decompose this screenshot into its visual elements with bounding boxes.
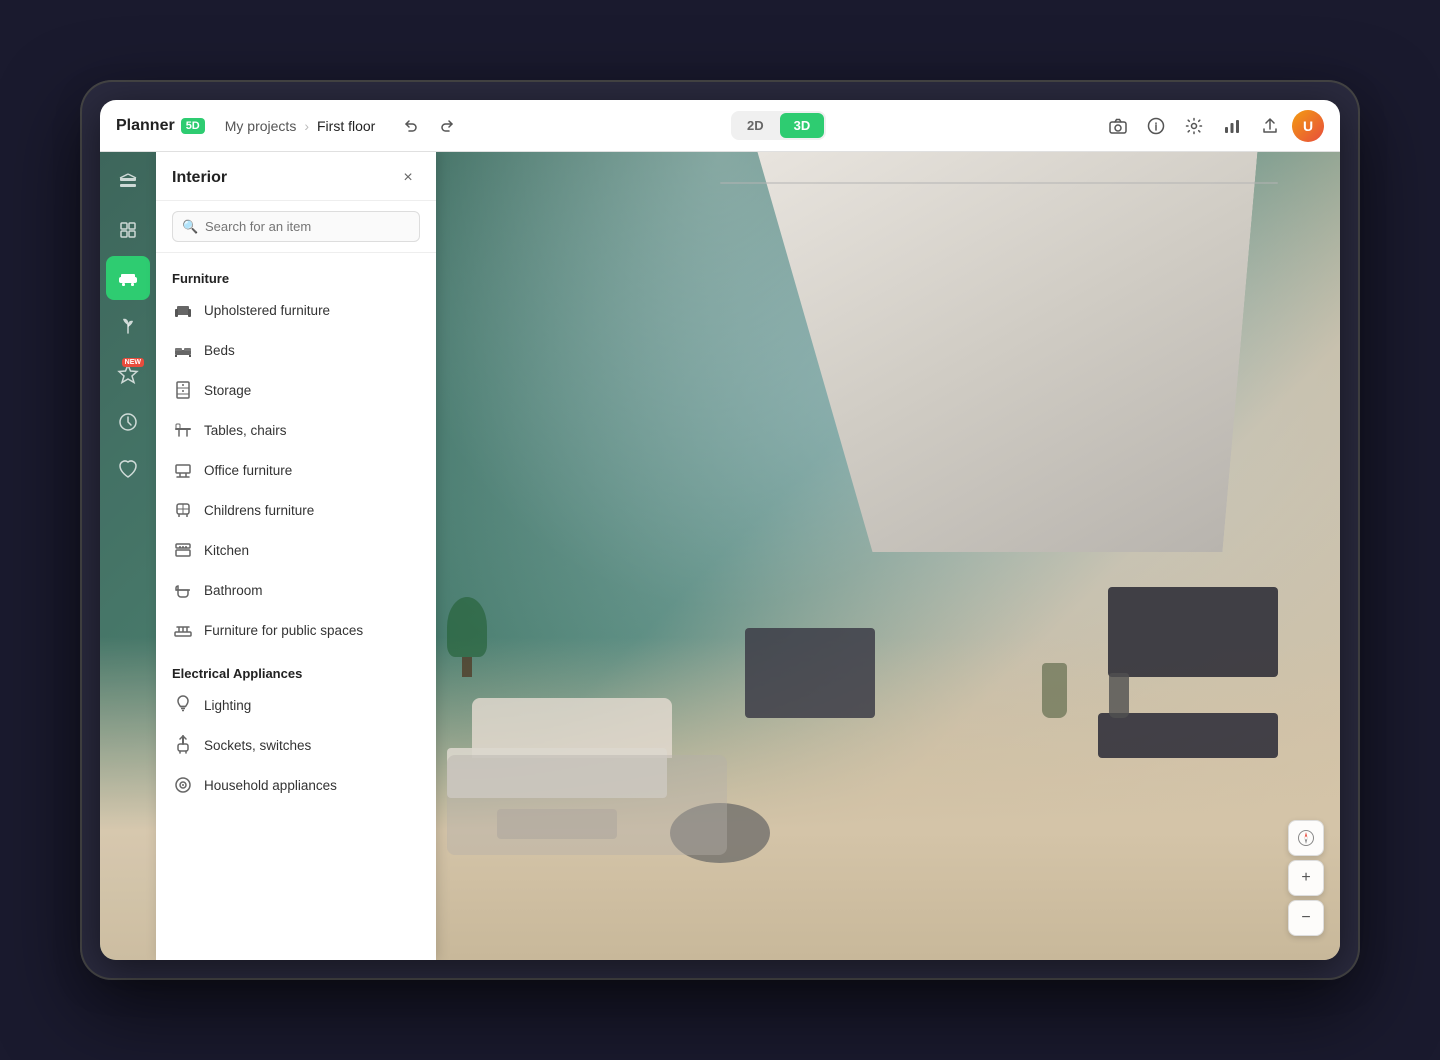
bathroom-icon bbox=[172, 579, 194, 601]
electrical-category-header: Electrical Appliances bbox=[156, 658, 436, 685]
interior-panel: Interior × 🔍 Furniture bbox=[156, 152, 436, 960]
panel-header: Interior × bbox=[156, 152, 436, 201]
public-spaces-item[interactable]: Furniture for public spaces bbox=[156, 610, 436, 650]
childrens-furniture-icon bbox=[172, 499, 194, 521]
tv-stand bbox=[1098, 713, 1278, 758]
view-2d-button[interactable]: 2D bbox=[733, 113, 778, 138]
office-furniture-item[interactable]: Office furniture bbox=[156, 450, 436, 490]
vase-1 bbox=[1042, 663, 1067, 718]
my-projects-link[interactable]: My projects bbox=[225, 118, 297, 134]
panel-close-button[interactable]: × bbox=[396, 166, 420, 190]
logo-badge: 5D bbox=[181, 118, 205, 134]
bathroom-label: Bathroom bbox=[204, 583, 263, 598]
sockets-label: Sockets, switches bbox=[204, 738, 311, 753]
avatar[interactable]: U bbox=[1292, 110, 1324, 142]
share-button[interactable] bbox=[1254, 110, 1286, 142]
undo-button[interactable] bbox=[395, 110, 427, 142]
lighting-icon bbox=[172, 694, 194, 716]
settings-button[interactable] bbox=[1178, 110, 1210, 142]
storage-item[interactable]: Storage bbox=[156, 370, 436, 410]
sidebar-clock-btn[interactable] bbox=[106, 400, 150, 444]
lighting-label: Lighting bbox=[204, 698, 251, 713]
childrens-furniture-item[interactable]: Childrens furniture bbox=[156, 490, 436, 530]
household-appliances-icon bbox=[172, 774, 194, 796]
upholstered-icon bbox=[172, 299, 194, 321]
logo-text: Planner bbox=[116, 117, 175, 135]
lighting-item[interactable]: Lighting bbox=[156, 685, 436, 725]
sidebar-favorites-btn[interactable] bbox=[106, 448, 150, 492]
upholstered-furniture-label: Upholstered furniture bbox=[204, 303, 330, 318]
sidebar-furniture-btn[interactable] bbox=[106, 256, 150, 300]
new-badge: NEW bbox=[122, 358, 144, 367]
household-appliances-label: Household appliances bbox=[204, 778, 337, 793]
search-icon: 🔍 bbox=[182, 219, 198, 235]
furniture-category-header: Furniture bbox=[156, 263, 436, 290]
zoom-out-button[interactable]: − bbox=[1288, 900, 1324, 936]
panel-content: Furniture Upholstered furniture bbox=[156, 253, 436, 960]
public-spaces-icon bbox=[172, 619, 194, 641]
sockets-item[interactable]: Sockets, switches bbox=[156, 725, 436, 765]
bathroom-item[interactable]: Bathroom bbox=[156, 570, 436, 610]
kitchen-icon bbox=[172, 539, 194, 561]
topbar: Planner 5D My projects › First floor bbox=[100, 100, 1340, 152]
beds-item[interactable]: Beds bbox=[156, 330, 436, 370]
app-window: Planner 5D My projects › First floor bbox=[100, 100, 1340, 960]
track-rail bbox=[720, 182, 1278, 184]
kitchen-label: Kitchen bbox=[204, 543, 249, 558]
rug bbox=[447, 755, 727, 855]
logo-area: Planner 5D bbox=[116, 117, 205, 135]
current-project-label: First floor bbox=[317, 118, 375, 134]
undo-redo-toolbar bbox=[395, 110, 463, 142]
redo-button[interactable] bbox=[431, 110, 463, 142]
sideboard bbox=[745, 628, 875, 718]
public-spaces-label: Furniture for public spaces bbox=[204, 623, 363, 638]
sidebar-structure-btn[interactable] bbox=[106, 208, 150, 252]
search-input[interactable] bbox=[172, 211, 420, 242]
main-content: NEW Interior × bbox=[100, 152, 1340, 960]
household-appliances-item[interactable]: Household appliances bbox=[156, 765, 436, 805]
beds-label: Beds bbox=[204, 343, 235, 358]
view-toggle: 2D 3D bbox=[731, 111, 826, 140]
childrens-furniture-label: Childrens furniture bbox=[204, 503, 314, 518]
storage-icon bbox=[172, 379, 194, 401]
kitchen-item[interactable]: Kitchen bbox=[156, 530, 436, 570]
view-3d-button[interactable]: 3D bbox=[780, 113, 825, 138]
sockets-icon bbox=[172, 734, 194, 756]
tv-screen bbox=[1108, 587, 1278, 677]
info-button[interactable] bbox=[1140, 110, 1172, 142]
office-furniture-icon bbox=[172, 459, 194, 481]
breadcrumb-separator: › bbox=[304, 118, 309, 134]
camera-button[interactable] bbox=[1102, 110, 1134, 142]
storage-label: Storage bbox=[204, 383, 251, 398]
breadcrumb: My projects › First floor bbox=[225, 118, 376, 134]
tables-chairs-icon bbox=[172, 419, 194, 441]
map-controls: + − bbox=[1288, 820, 1324, 936]
right-toolbar: U bbox=[1102, 110, 1324, 142]
upholstered-furniture-item[interactable]: Upholstered furniture bbox=[156, 290, 436, 330]
beds-icon bbox=[172, 339, 194, 361]
search-wrapper: 🔍 bbox=[172, 211, 420, 242]
panel-title: Interior bbox=[172, 169, 227, 187]
sidebar-plants-btn[interactable] bbox=[106, 304, 150, 348]
stats-button[interactable] bbox=[1216, 110, 1248, 142]
search-container: 🔍 bbox=[156, 201, 436, 253]
zoom-in-button[interactable]: + bbox=[1288, 860, 1324, 896]
office-furniture-label: Office furniture bbox=[204, 463, 292, 478]
vase-2 bbox=[1109, 673, 1129, 718]
plant bbox=[447, 597, 487, 677]
tables-chairs-item[interactable]: Tables, chairs bbox=[156, 410, 436, 450]
sidebar-floors-btn[interactable] bbox=[106, 160, 150, 204]
left-sidebar: NEW bbox=[100, 152, 156, 960]
device-frame: Planner 5D My projects › First floor bbox=[80, 80, 1360, 980]
sidebar-new-btn[interactable]: NEW bbox=[106, 352, 150, 396]
tables-chairs-label: Tables, chairs bbox=[204, 423, 287, 438]
compass-button[interactable] bbox=[1288, 820, 1324, 856]
